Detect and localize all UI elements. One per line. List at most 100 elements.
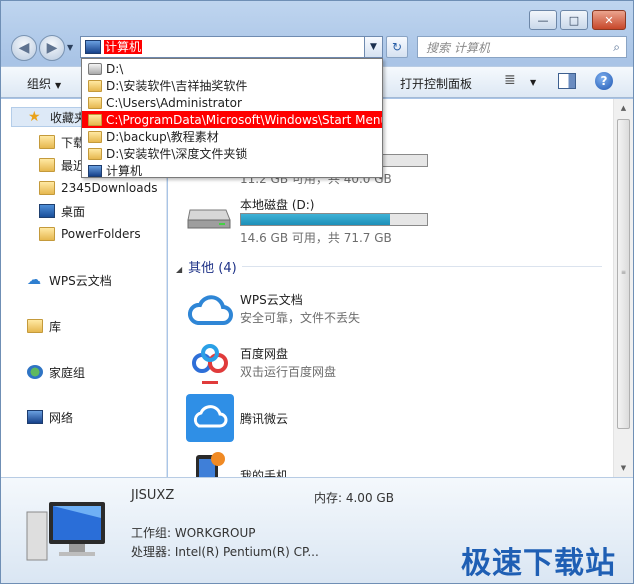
dropdown-item-label: C:\Users\Administrator <box>106 95 242 110</box>
scroll-grip-icon: ≡ <box>620 269 627 276</box>
folder-icon <box>88 130 102 143</box>
wps-cloud-icon <box>188 295 233 325</box>
dropdown-item[interactable]: D:\backup\教程素材 <box>82 128 382 145</box>
folder-icon <box>88 113 102 126</box>
item-wps-cloud[interactable]: WPS云文档 安全可靠，文件不丢失 <box>186 287 586 335</box>
sidebar-item-label: 家庭组 <box>49 365 86 380</box>
folder-icon <box>39 227 55 241</box>
processor-info: 处理器: Intel(R) Pentium(R) CP... <box>131 545 319 559</box>
sidebar-item-powerfolders[interactable]: PowerFolders <box>39 224 141 244</box>
memory-info: 内存: 4.00 GB <box>314 491 394 505</box>
item-baidu-netdisk[interactable]: 百度网盘 双击运行百度网盘 <box>186 341 586 389</box>
sidebar-item-label: 桌面 <box>61 204 86 219</box>
phone-icon <box>196 452 225 477</box>
close-button[interactable]: ✕ <box>592 10 626 30</box>
dropdown-item-label: D:\backup\教程素材 <box>106 130 219 144</box>
group-divider <box>242 266 602 267</box>
chevron-down-icon: ▼ <box>55 81 62 90</box>
dropdown-item[interactable]: D:\安装软件\吉祥抽奖软件 <box>82 77 382 94</box>
weiyun-icon <box>186 394 234 442</box>
minimize-button[interactable]: — <box>529 10 557 30</box>
address-bar[interactable]: 计算机 <box>80 36 383 58</box>
sidebar-item-label: WPS云文档 <box>49 273 112 288</box>
explorer-window: — □ ✕ ◀ ▶ ▼ 计算机 ▼ ↻ 搜索 计算机 ⌕ 组织 ▼ 打开控制面板 … <box>0 0 634 584</box>
drive-usage-fill <box>241 214 390 225</box>
preview-pane-icon[interactable] <box>558 73 576 89</box>
address-text[interactable]: 计算机 <box>104 40 143 54</box>
collapse-triangle-icon[interactable]: ◢ <box>176 265 182 274</box>
dropdown-item[interactable]: D:\ <box>82 60 382 77</box>
item-name: WPS云文档 <box>240 293 303 307</box>
dropdown-item[interactable]: C:\Users\Administrator <box>82 94 382 111</box>
organize-label: 组织 <box>27 77 52 91</box>
homegroup-icon <box>27 365 43 379</box>
drive-space-info: 14.6 GB 可用，共 71.7 GB <box>240 231 392 245</box>
search-input[interactable]: 搜索 计算机 ⌕ <box>417 36 627 58</box>
back-button[interactable]: ◀ <box>11 35 37 61</box>
sidebar-item-label: 网络 <box>49 410 74 425</box>
dropdown-item-label: 计算机 <box>106 164 143 178</box>
folder-icon <box>88 79 102 92</box>
computer-icon <box>26 502 105 561</box>
hard-drive-icon <box>187 209 231 229</box>
library-icon <box>27 319 43 333</box>
computer-icon <box>88 164 102 177</box>
help-icon[interactable]: ? <box>595 72 613 90</box>
sidebar-item-network[interactable]: 网络 <box>27 407 73 427</box>
folder-icon <box>88 147 102 160</box>
open-control-panel-button[interactable]: 打开控制面板 <box>400 75 472 92</box>
forward-button[interactable]: ▶ <box>39 35 65 61</box>
sidebar-item-label: PowerFolders <box>61 227 141 241</box>
organize-button[interactable]: 组织 ▼ <box>27 75 61 92</box>
scroll-down-icon[interactable]: ▼ <box>614 459 633 477</box>
computer-icon <box>85 40 101 54</box>
refresh-icon: ↻ <box>391 40 403 54</box>
sidebar-item-2345downloads[interactable]: 2345Downloads <box>39 178 157 198</box>
maximize-button[interactable]: □ <box>560 10 588 30</box>
sidebar-item-libraries[interactable]: 库 <box>27 316 61 336</box>
drive-name: 本地磁盘 (D:) <box>240 198 315 212</box>
change-view-icon[interactable]: ≣ <box>504 72 516 88</box>
sidebar-item-label: 2345Downloads <box>61 181 158 195</box>
workgroup-info: 工作组: WORKGROUP <box>131 526 256 540</box>
folder-icon <box>39 181 55 195</box>
dropdown-item-selected[interactable]: C:\ProgramData\Microsoft\Windows\Start M… <box>82 111 382 128</box>
scroll-up-icon[interactable]: ▲ <box>614 99 633 117</box>
back-arrow-icon: ◀ <box>18 40 30 56</box>
group-label: 其他 (4) <box>188 261 237 276</box>
downloads-folder-icon <box>39 135 55 149</box>
item-description: 安全可靠，文件不丢失 <box>240 311 361 325</box>
dropdown-item[interactable]: 计算机 <box>82 162 382 178</box>
search-icon[interactable]: ⌕ <box>613 40 620 55</box>
computer-name: JISUXZ <box>131 488 175 503</box>
sidebar-item-wps-cloud[interactable]: ☁ WPS云文档 <box>27 270 112 290</box>
baidu-netdisk-icon <box>192 344 228 384</box>
item-name: 我的手机 <box>240 469 289 477</box>
item-name: 百度网盘 <box>240 347 289 361</box>
group-header-other[interactable]: ◢ 其他 (4) <box>176 257 602 276</box>
vertical-scrollbar[interactable]: ▲ ≡ ▼ <box>613 99 633 477</box>
item-my-phone[interactable]: 我的手机 <box>186 449 586 477</box>
drive-d[interactable]: 本地磁盘 (D:) 14.6 GB 可用，共 71.7 GB <box>186 196 586 246</box>
cloud-icon: ☁ <box>27 272 41 288</box>
refresh-button[interactable]: ↻ <box>386 36 408 58</box>
sidebar-item-downloads[interactable]: 下载 <box>39 132 85 152</box>
sidebar-item-homegroup[interactable]: 家庭组 <box>27 362 85 382</box>
dropdown-item[interactable]: D:\安装软件\深度文件夹锁 <box>82 145 382 162</box>
search-placeholder: 搜索 计算机 <box>426 40 490 55</box>
address-history-dropdown[interactable]: D:\ D:\安装软件\吉祥抽奖软件 C:\Users\Administrato… <box>81 58 383 178</box>
item-tencent-weiyun[interactable]: 腾讯微云 <box>186 394 586 442</box>
sidebar-item-desktop[interactable]: 桌面 <box>39 201 85 221</box>
star-icon: ★ <box>28 109 41 125</box>
dropdown-item-label: D:\ <box>106 61 124 76</box>
view-options-dropdown[interactable]: ▼ <box>530 78 536 87</box>
recent-pages-dropdown[interactable]: ▼ <box>67 43 73 52</box>
drive-icon <box>88 62 102 75</box>
network-icon <box>27 410 43 424</box>
folder-icon <box>88 96 102 109</box>
dropdown-item-label: D:\安装软件\吉祥抽奖软件 <box>106 79 248 93</box>
sidebar-item-label: 库 <box>49 319 62 334</box>
dropdown-item-label: C:\ProgramData\Microsoft\Windows\Start M… <box>106 112 383 127</box>
watermark-logo: 极速下载站 <box>461 546 616 581</box>
address-dropdown-button[interactable]: ▼ <box>364 36 383 58</box>
